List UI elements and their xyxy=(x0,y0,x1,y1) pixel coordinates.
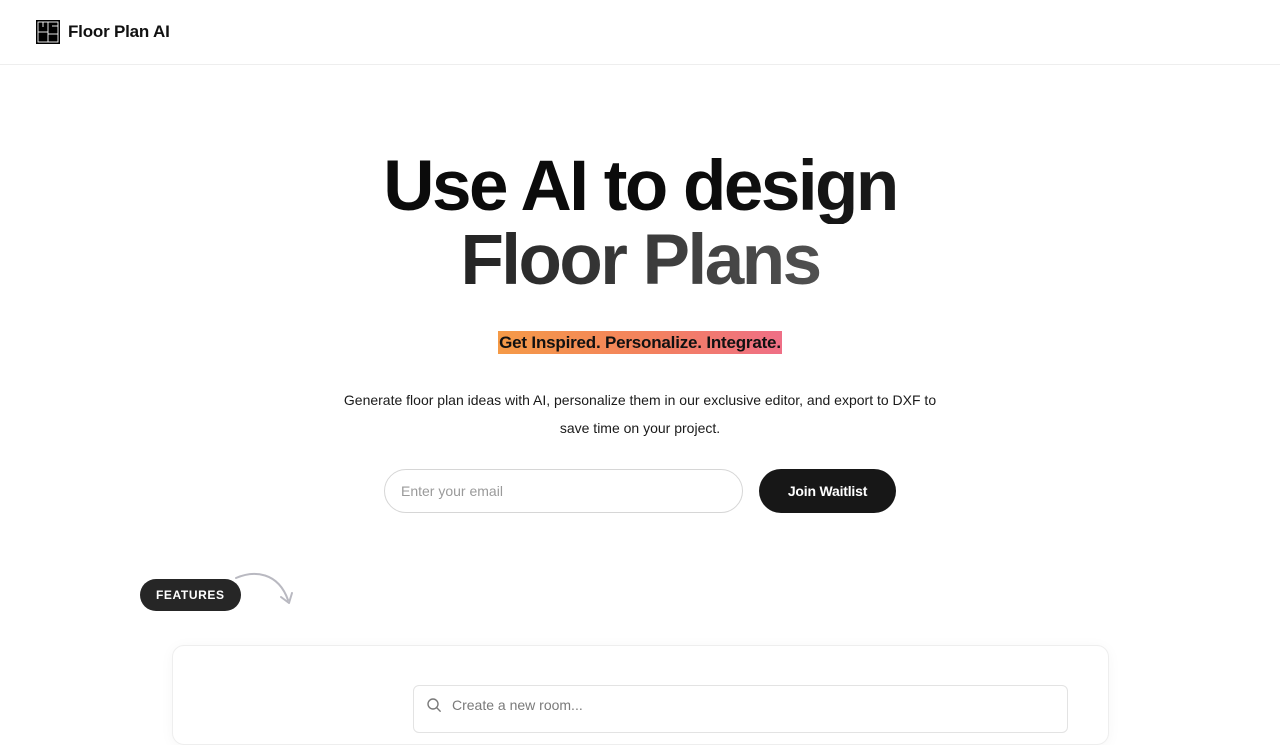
hero-title-line-2: Floor Plans xyxy=(0,224,1280,298)
join-waitlist-button[interactable]: Join Waitlist xyxy=(759,469,896,513)
curved-arrow-icon xyxy=(235,572,293,604)
hero-section: Use AI to design Floor Plans xyxy=(0,150,1280,298)
new-room-input[interactable] xyxy=(450,693,1050,717)
search-icon xyxy=(427,698,441,712)
floor-plan-icon xyxy=(36,20,60,44)
brand-home-link[interactable]: Floor Plan AI xyxy=(36,20,170,44)
hero-title: Use AI to design Floor Plans xyxy=(0,150,1280,298)
hero-description: Generate floor plan ideas with AI, perso… xyxy=(343,392,937,436)
hero-title-line-1: Use AI to design xyxy=(0,150,1280,224)
brand-name: Floor Plan AI xyxy=(68,22,170,41)
email-input[interactable] xyxy=(384,469,743,513)
tagline-container: Get Inspired. Personalize. Integrate. xyxy=(0,331,1280,354)
hero-tagline: Get Inspired. Personalize. Integrate. xyxy=(498,331,782,354)
new-room-search-box[interactable] xyxy=(413,685,1068,733)
features-badge: FEATURES xyxy=(140,579,241,611)
top-navbar: Floor Plan AI xyxy=(0,0,1280,65)
